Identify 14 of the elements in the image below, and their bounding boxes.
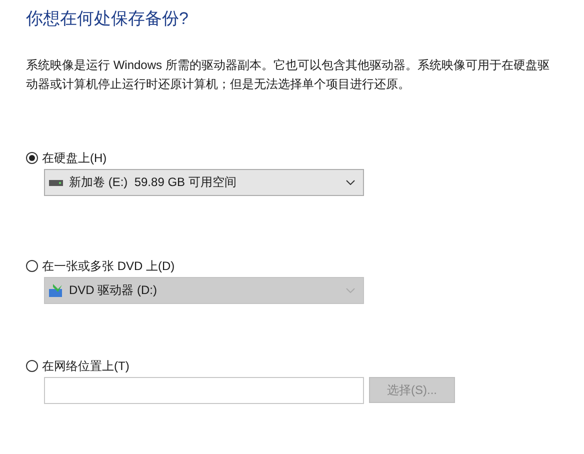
drive-dropdown[interactable]: 新加卷 (E:) 59.89 GB 可用空间	[44, 169, 364, 196]
dvd-drive-icon	[49, 284, 63, 298]
radio-icon[interactable]	[26, 260, 38, 272]
radio-option[interactable]: 在一张或多张 DVD 上(D)	[26, 258, 175, 274]
location-field[interactable]	[44, 377, 364, 404]
radio-option[interactable]: 在网络位置上(T)	[26, 358, 130, 374]
radio-option[interactable]: 在硬盘上(H)	[26, 150, 107, 166]
chevron-icon	[346, 180, 355, 185]
chevron-icon	[346, 288, 355, 293]
page-heading: 你想在何处保存备份?	[26, 8, 190, 30]
drive-icon	[49, 180, 63, 186]
description-text: 系统映像是运行 Windows 所需的驱动器副本。它也可以包含其他驱动器。系统映像可用于在硬盘驱动器或计算机停止运行时还原计算机；但是无法选择单个项目进行还原。	[26, 57, 550, 93]
radio-icon[interactable]	[26, 360, 38, 372]
radio-icon[interactable]	[26, 152, 38, 164]
